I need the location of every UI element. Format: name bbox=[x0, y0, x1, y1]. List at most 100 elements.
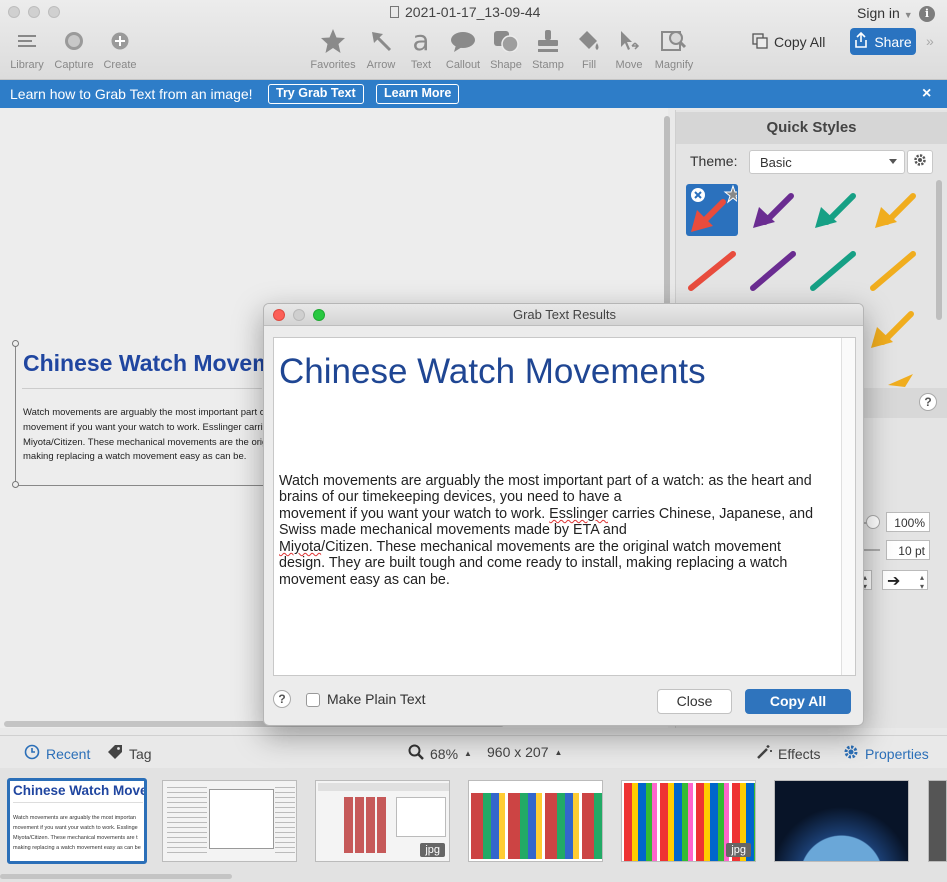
copy-all-toolbar-button[interactable]: Copy All bbox=[752, 30, 825, 54]
dialog-title: Grab Text Results bbox=[264, 304, 863, 326]
favorites-tool[interactable]: Favorites bbox=[306, 28, 360, 71]
grabbed-line: design. They are built tough and come re… bbox=[279, 555, 788, 571]
library-icon bbox=[0, 28, 54, 54]
style-swatch[interactable] bbox=[871, 311, 914, 348]
capture-text-line: making replacing a watch movement easy a… bbox=[23, 451, 247, 462]
zoom-magnifier-icon bbox=[408, 744, 424, 763]
style-swatch[interactable] bbox=[870, 251, 916, 291]
grabbed-line: Watch movements are arguably the most im… bbox=[279, 473, 812, 489]
banner-close-icon[interactable]: × bbox=[922, 85, 931, 103]
capture-text-line: Watch movements are arguably the most im… bbox=[23, 407, 263, 418]
line-width-field[interactable]: 10 pt bbox=[886, 540, 930, 560]
make-plain-text-checkbox[interactable] bbox=[306, 693, 320, 707]
text-area-scrollbar[interactable] bbox=[841, 338, 855, 675]
selected-swatch-overlay bbox=[691, 185, 737, 204]
recent-tab[interactable]: Recent bbox=[24, 744, 90, 763]
create-icon bbox=[93, 28, 147, 54]
clock-icon bbox=[24, 744, 40, 763]
grabbed-line: movement if you want your watch to work.… bbox=[279, 506, 814, 522]
grabbed-line: Swiss made mechanical movements made by … bbox=[279, 522, 627, 538]
resize-handle[interactable] bbox=[12, 481, 19, 488]
jpg-badge: jpg bbox=[726, 843, 751, 857]
style-swatch[interactable] bbox=[688, 251, 736, 291]
magic-wand-icon bbox=[756, 744, 772, 763]
opacity-slider-knob[interactable] bbox=[866, 515, 880, 529]
theme-label: Theme: bbox=[690, 153, 738, 169]
tray-thumbnail[interactable] bbox=[468, 780, 603, 862]
share-button[interactable]: Share bbox=[850, 28, 916, 55]
resize-handle[interactable] bbox=[12, 340, 19, 347]
width-slider-track[interactable] bbox=[862, 549, 880, 551]
capture-text-line: Miyota/Citizen. These mechanical movemen… bbox=[23, 437, 263, 448]
tray-thumbnail-selected[interactable]: Chinese Watch Move Watch movements are a… bbox=[7, 778, 147, 864]
magnify-tool[interactable]: Magnify bbox=[647, 28, 701, 71]
document-icon bbox=[390, 6, 399, 18]
tray-thumbnail[interactable] bbox=[928, 780, 947, 862]
tag-tab[interactable]: Tag bbox=[107, 744, 152, 763]
grabbed-line: movement easy as can be. bbox=[279, 572, 450, 588]
dialog-help-button[interactable]: ? bbox=[273, 690, 291, 708]
style-swatch[interactable] bbox=[753, 193, 794, 228]
banner-message: Learn how to Grab Text from an image! bbox=[10, 86, 253, 102]
grab-text-banner: Learn how to Grab Text from an image! Tr… bbox=[0, 80, 947, 108]
style-swatch[interactable] bbox=[875, 193, 916, 228]
tray-thumbnail[interactable] bbox=[774, 780, 909, 862]
style-swatch[interactable] bbox=[888, 374, 913, 387]
tray-thumbnail[interactable]: jpg bbox=[621, 780, 756, 862]
jpg-badge: jpg bbox=[420, 843, 445, 857]
try-grab-text-button[interactable]: Try Grab Text bbox=[268, 84, 364, 104]
star-icon bbox=[306, 28, 360, 54]
gear-icon bbox=[913, 153, 927, 172]
grabbed-text-area[interactable]: Chinese Watch Movements Watch movements … bbox=[273, 337, 856, 676]
share-icon bbox=[854, 31, 868, 51]
dialog-zoom-button[interactable] bbox=[313, 309, 325, 321]
window-close-button[interactable] bbox=[8, 6, 20, 18]
copy-all-button[interactable]: Copy All bbox=[745, 689, 851, 714]
window-minimize-button[interactable] bbox=[28, 6, 40, 18]
quick-styles-title: Quick Styles bbox=[676, 112, 947, 144]
style-swatch[interactable] bbox=[810, 251, 856, 291]
gear-icon bbox=[843, 744, 859, 763]
dialog-close-button[interactable] bbox=[273, 309, 285, 321]
properties-button[interactable]: Properties bbox=[843, 744, 929, 763]
style-swatch[interactable] bbox=[815, 193, 856, 228]
thumbnail-divider bbox=[13, 802, 143, 803]
opacity-field[interactable]: 100% bbox=[886, 512, 930, 532]
create-button[interactable]: Create bbox=[93, 28, 147, 71]
magnify-icon bbox=[647, 28, 701, 54]
arrow-end-select[interactable]: ➔ ▴ ▾ bbox=[882, 570, 928, 591]
capture-heading: Chinese Watch Movements bbox=[23, 350, 263, 376]
grabbed-line: brains of our timekeeping devices, you n… bbox=[279, 489, 622, 505]
grabbed-heading: Chinese Watch Movements bbox=[279, 352, 706, 391]
tag-icon bbox=[107, 744, 123, 763]
image-size-control[interactable]: 960 x 207 ▲ bbox=[487, 744, 562, 760]
signin-menu[interactable]: Sign in ▼ bbox=[857, 5, 913, 21]
quick-styles-scrollbar[interactable] bbox=[936, 180, 942, 320]
close-button[interactable]: Close bbox=[657, 689, 732, 714]
tray-scrollbar[interactable] bbox=[0, 874, 232, 879]
dialog-minimize-button[interactable] bbox=[293, 309, 305, 321]
toolbar-overflow-chevron-icon[interactable]: » bbox=[926, 33, 934, 49]
make-plain-text-label[interactable]: Make Plain Text bbox=[327, 691, 426, 707]
bottom-bar: Recent Tag 68% ▲ 960 x 207 ▲ Effects Prope… bbox=[0, 735, 947, 768]
theme-select[interactable]: Basic bbox=[749, 150, 905, 174]
thumbnail-text: Watch movements are arguably the most im… bbox=[13, 815, 141, 851]
library-button[interactable]: Library bbox=[0, 28, 54, 71]
properties-help-button[interactable]: ? bbox=[919, 393, 937, 411]
tray-thumbnail[interactable]: jpg bbox=[315, 780, 450, 862]
chevron-down-icon bbox=[889, 159, 897, 164]
theme-settings-button[interactable] bbox=[907, 150, 933, 174]
learn-more-button[interactable]: Learn More bbox=[376, 84, 460, 104]
copy-icon bbox=[752, 32, 768, 52]
zoom-control[interactable]: 68% ▲ bbox=[408, 744, 472, 763]
arrow-right-icon: ➔ bbox=[887, 573, 901, 590]
tray-thumbnail[interactable] bbox=[162, 780, 297, 862]
thumbnail-heading: Chinese Watch Move bbox=[13, 783, 147, 798]
style-swatch[interactable] bbox=[750, 251, 796, 291]
capture-text-line: movement if you want your watch to work.… bbox=[23, 422, 263, 433]
info-icon[interactable]: i bbox=[919, 6, 935, 22]
canvas-vertical-scrollbar[interactable] bbox=[664, 116, 670, 316]
document-title: 2021-01-17_13-09-44 bbox=[390, 4, 540, 20]
window-zoom-button[interactable] bbox=[48, 6, 60, 18]
effects-button[interactable]: Effects bbox=[756, 744, 821, 763]
